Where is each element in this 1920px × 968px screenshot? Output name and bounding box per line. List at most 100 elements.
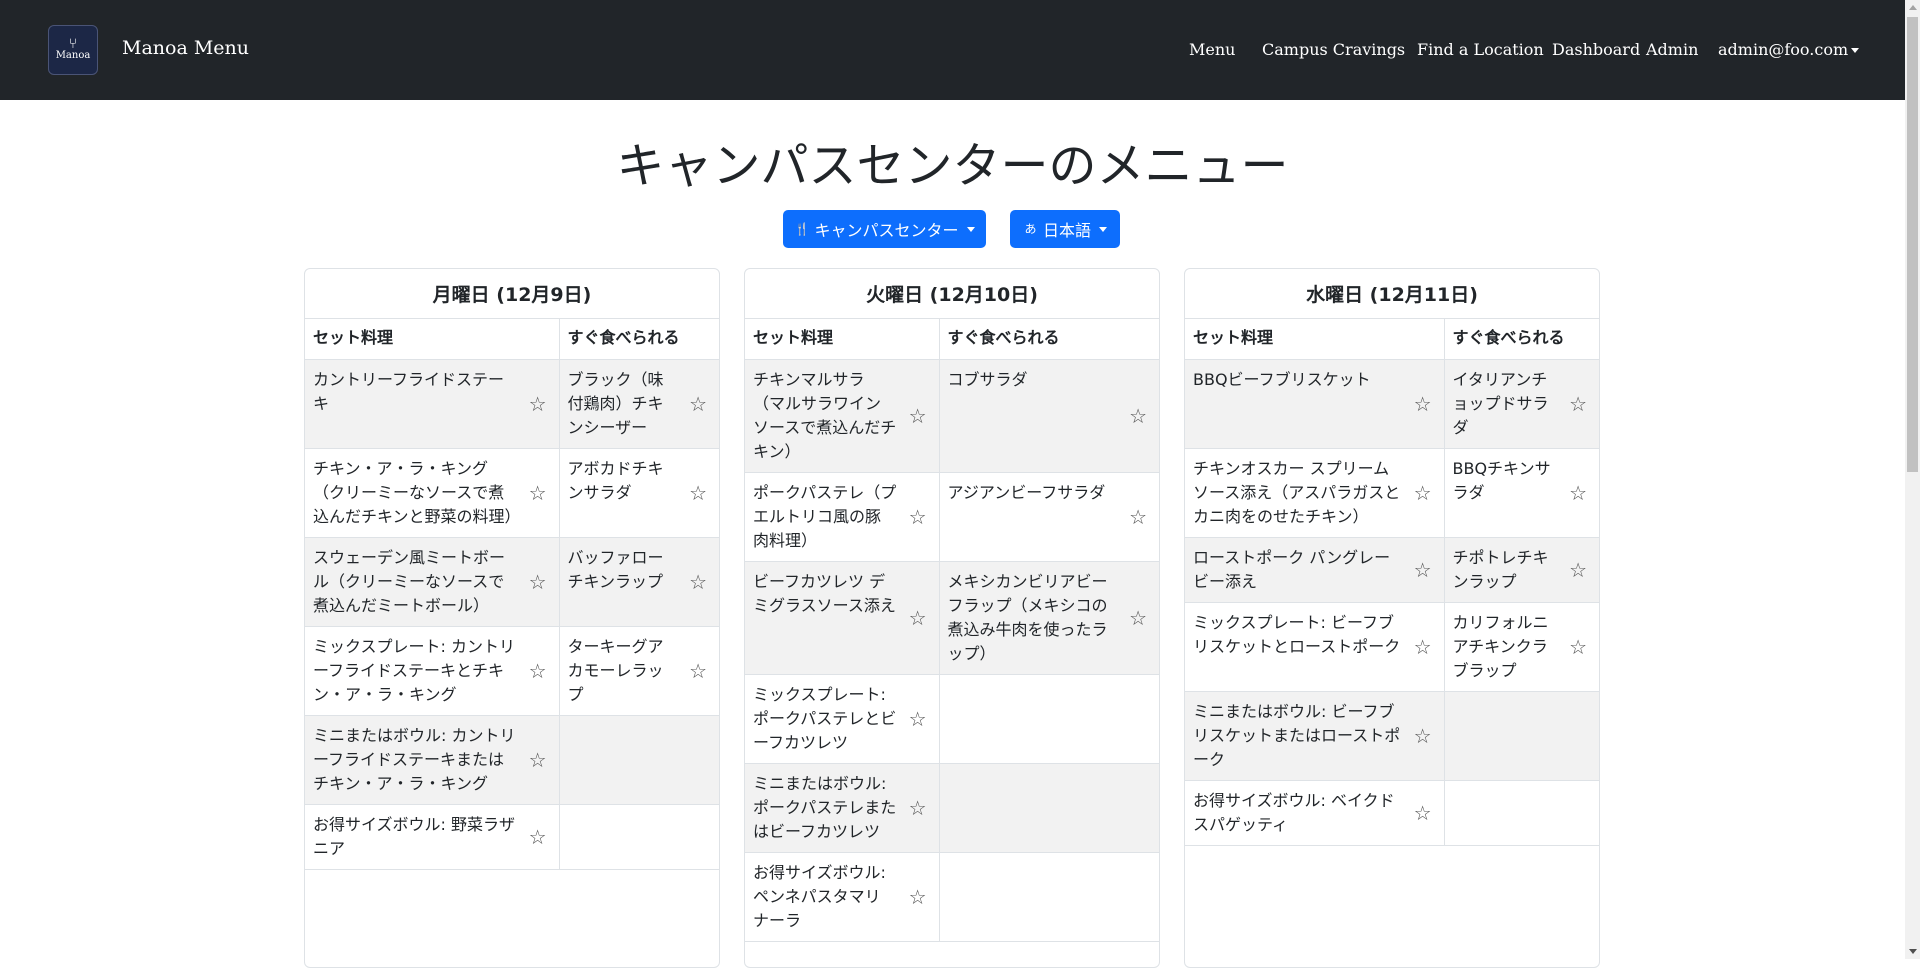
menu-item: ミニまたはボウル: ポークパステレまたはビーフカツレツ ☆ xyxy=(745,762,940,853)
chevron-down-icon xyxy=(1099,226,1107,232)
table-row: ミックスプレート: ポークパステレとビーフカツレツ ☆ xyxy=(745,673,1159,764)
star-outline-icon[interactable]: ☆ xyxy=(529,394,547,414)
user-dropdown[interactable]: admin@foo.com xyxy=(1718,40,1860,59)
user-email: admin@foo.com xyxy=(1718,40,1849,59)
table-row: お得サイズボウル: ペンネパスタマリナーラ ☆ xyxy=(745,851,1159,942)
menu-item: アジアンビーフサラダ ☆ xyxy=(938,471,1159,562)
column-header-set-meals: セット料理 xyxy=(745,319,940,360)
menu-item: お得サイズボウル: ベイクドスパゲッティ ☆ xyxy=(1185,779,1445,846)
menu-item-name: チキンオスカー スプリームソース添え（アスパラガスとカニ肉をのせたチキン） xyxy=(1193,458,1401,526)
menu-table: セット料理 すぐ食べられる カントリーフライドステーキ ☆ ブラック（味付鶏肉）チ… xyxy=(305,319,719,870)
manoa-logo[interactable]: ⑂ Manoa xyxy=(48,25,98,75)
empty-cell xyxy=(1443,690,1599,781)
menu-item-name: カントリーフライドステーキ xyxy=(313,369,505,413)
table-row: ローストポーク パングレービー添え ☆ チポトレチキンラップ ☆ xyxy=(1185,536,1599,603)
empty-cell xyxy=(558,803,719,870)
page-scrollbar[interactable] xyxy=(1905,0,1920,959)
star-outline-icon[interactable]: ☆ xyxy=(1569,483,1587,503)
star-outline-icon[interactable]: ☆ xyxy=(529,750,547,770)
table-row: ミニまたはボウル: ポークパステレまたはビーフカツレツ ☆ xyxy=(745,762,1159,853)
menu-table: セット料理 すぐ食べられる BBQビーフブリスケット ☆ イタリアンチョップドサラ… xyxy=(1185,319,1599,846)
menu-item-name: ミニまたはボウル: ビーフブリスケットまたはローストポーク xyxy=(1193,701,1401,769)
star-outline-icon[interactable]: ☆ xyxy=(909,798,927,818)
menu-item-name: ポークパステレ（プエルトリコ風の豚肉料理） xyxy=(753,482,897,550)
scroll-down-arrow-icon[interactable] xyxy=(1909,949,1917,954)
top-navbar: ⑂ Manoa Manoa Menu Menu Campus Cravings … xyxy=(0,0,1905,100)
menu-item: ビーフカツレツ デミグラスソース添え ☆ xyxy=(745,560,940,675)
menu-item: ミックスプレート: ポークパステレとビーフカツレツ ☆ xyxy=(745,673,940,764)
nav-link-admin[interactable]: Admin xyxy=(1646,40,1698,59)
nav-link-menu[interactable]: Menu xyxy=(1189,40,1235,59)
menu-item: カントリーフライドステーキ ☆ xyxy=(305,358,560,449)
star-outline-icon[interactable]: ☆ xyxy=(1569,560,1587,580)
star-outline-icon[interactable]: ☆ xyxy=(909,507,927,527)
column-header-set-meals: セット料理 xyxy=(1185,319,1445,360)
menu-item-name: お得サイズボウル: 野菜ラザニア xyxy=(313,814,515,858)
day-card-wednesday: 水曜日 (12月11日) セット料理 すぐ食べられる BBQビーフブリスケット ☆… xyxy=(1184,268,1600,968)
star-outline-icon[interactable]: ☆ xyxy=(529,483,547,503)
menu-item-name: ローストポーク パングレービー添え xyxy=(1193,547,1391,591)
star-outline-icon[interactable]: ☆ xyxy=(1414,394,1432,414)
chevron-down-icon xyxy=(966,226,975,232)
menu-item: お得サイズボウル: 野菜ラザニア ☆ xyxy=(305,803,560,870)
brand-name[interactable]: Manoa Menu xyxy=(122,37,249,59)
menu-item: BBQビーフブリスケット ☆ xyxy=(1185,358,1445,449)
star-outline-icon[interactable]: ☆ xyxy=(909,709,927,729)
empty-cell xyxy=(938,851,1159,942)
scrollbar-thumb[interactable] xyxy=(1907,17,1918,472)
menu-item: コブサラダ ☆ xyxy=(938,358,1159,473)
star-outline-icon[interactable]: ☆ xyxy=(1414,726,1432,746)
nav-link-find-location[interactable]: Find a Location xyxy=(1417,40,1544,59)
nav-link-dashboard[interactable]: Dashboard xyxy=(1552,40,1640,59)
star-outline-icon[interactable]: ☆ xyxy=(529,827,547,847)
day-header: 月曜日 (12月9日) xyxy=(305,269,719,319)
star-outline-icon[interactable]: ☆ xyxy=(689,572,707,592)
table-row: お得サイズボウル: ベイクドスパゲッティ ☆ xyxy=(1185,779,1599,846)
scroll-up-arrow-icon[interactable] xyxy=(1909,5,1917,10)
table-row: ミニまたはボウル: カントリーフライドステーキまたはチキン・ア・ラ・キング ☆ xyxy=(305,714,719,805)
language-button-label: 日本語 xyxy=(1042,221,1091,240)
star-outline-icon[interactable]: ☆ xyxy=(689,661,707,681)
language-dropdown-button[interactable]: あ 日本語 xyxy=(1010,210,1120,248)
day-card-tuesday: 火曜日 (12月10日) セット料理 すぐ食べられる チキンマルサラ（マルサラワ… xyxy=(744,268,1160,968)
menu-table: セット料理 すぐ食べられる チキンマルサラ（マルサラワインソースで煮込んだチキン… xyxy=(745,319,1159,942)
star-outline-icon[interactable]: ☆ xyxy=(1414,803,1432,823)
star-outline-icon[interactable]: ☆ xyxy=(1129,507,1147,527)
menu-item: ミニまたはボウル: カントリーフライドステーキまたはチキン・ア・ラ・キング ☆ xyxy=(305,714,560,805)
star-outline-icon[interactable]: ☆ xyxy=(1414,483,1432,503)
star-outline-icon[interactable]: ☆ xyxy=(1414,637,1432,657)
menu-item: お得サイズボウル: ペンネパスタマリナーラ ☆ xyxy=(745,851,940,942)
star-outline-icon[interactable]: ☆ xyxy=(1129,608,1147,628)
table-row: チキンマルサラ（マルサラワインソースで煮込んだチキン） ☆ コブサラダ ☆ xyxy=(745,358,1159,473)
table-row: ミニまたはボウル: ビーフブリスケットまたはローストポーク ☆ xyxy=(1185,690,1599,781)
menu-item-name: メキシカンビリアビーフラップ（メキシコの煮込み牛肉を使ったラップ） xyxy=(947,571,1108,663)
menu-item: ミニまたはボウル: ビーフブリスケットまたはローストポーク ☆ xyxy=(1185,690,1445,781)
star-outline-icon[interactable]: ☆ xyxy=(1129,406,1147,426)
star-outline-icon[interactable]: ☆ xyxy=(1569,394,1587,414)
table-row: カントリーフライドステーキ ☆ ブラック（味付鶏肉）チキンシーザー ☆ xyxy=(305,358,719,449)
menu-item-name: ミックスプレート: カントリーフライドステーキとチキン・ア・ラ・キング xyxy=(313,636,515,704)
menu-item-name: ミニまたはボウル: カントリーフライドステーキまたはチキン・ア・ラ・キング xyxy=(313,725,516,793)
star-outline-icon[interactable]: ☆ xyxy=(529,572,547,592)
menu-item: ポークパステレ（プエルトリコ風の豚肉料理） ☆ xyxy=(745,471,940,562)
table-row: ポークパステレ（プエルトリコ風の豚肉料理） ☆ アジアンビーフサラダ ☆ xyxy=(745,471,1159,562)
table-row: ミックスプレート: カントリーフライドステーキとチキン・ア・ラ・キング ☆ ターキ… xyxy=(305,625,719,716)
star-outline-icon[interactable]: ☆ xyxy=(1414,560,1432,580)
star-outline-icon[interactable]: ☆ xyxy=(1569,637,1587,657)
menu-item-name: チキン・ア・ラ・キング（クリーミーなソースで煮込んだチキンと野菜の料理） xyxy=(313,458,521,526)
star-outline-icon[interactable]: ☆ xyxy=(909,406,927,426)
menu-item: ミックスプレート: ビーフブリスケットとローストポーク ☆ xyxy=(1185,601,1445,692)
star-outline-icon[interactable]: ☆ xyxy=(909,608,927,628)
star-outline-icon[interactable]: ☆ xyxy=(909,887,927,907)
nav-link-campus-cravings[interactable]: Campus Cravings xyxy=(1262,40,1405,59)
star-outline-icon[interactable]: ☆ xyxy=(689,483,707,503)
table-row: チキン・ア・ラ・キング（クリーミーなソースで煮込んだチキンと野菜の料理） ☆ アボ… xyxy=(305,447,719,538)
page-title: キャンパスセンターのメニュー xyxy=(616,138,1289,194)
star-outline-icon[interactable]: ☆ xyxy=(689,394,707,414)
location-dropdown-button[interactable]: 🍴 キャンパスセンター xyxy=(783,210,986,248)
table-row: お得サイズボウル: 野菜ラザニア ☆ xyxy=(305,803,719,870)
column-header-set-meals: セット料理 xyxy=(305,319,560,360)
chevron-down-icon xyxy=(1851,48,1860,53)
empty-cell xyxy=(938,762,1159,853)
star-outline-icon[interactable]: ☆ xyxy=(529,661,547,681)
